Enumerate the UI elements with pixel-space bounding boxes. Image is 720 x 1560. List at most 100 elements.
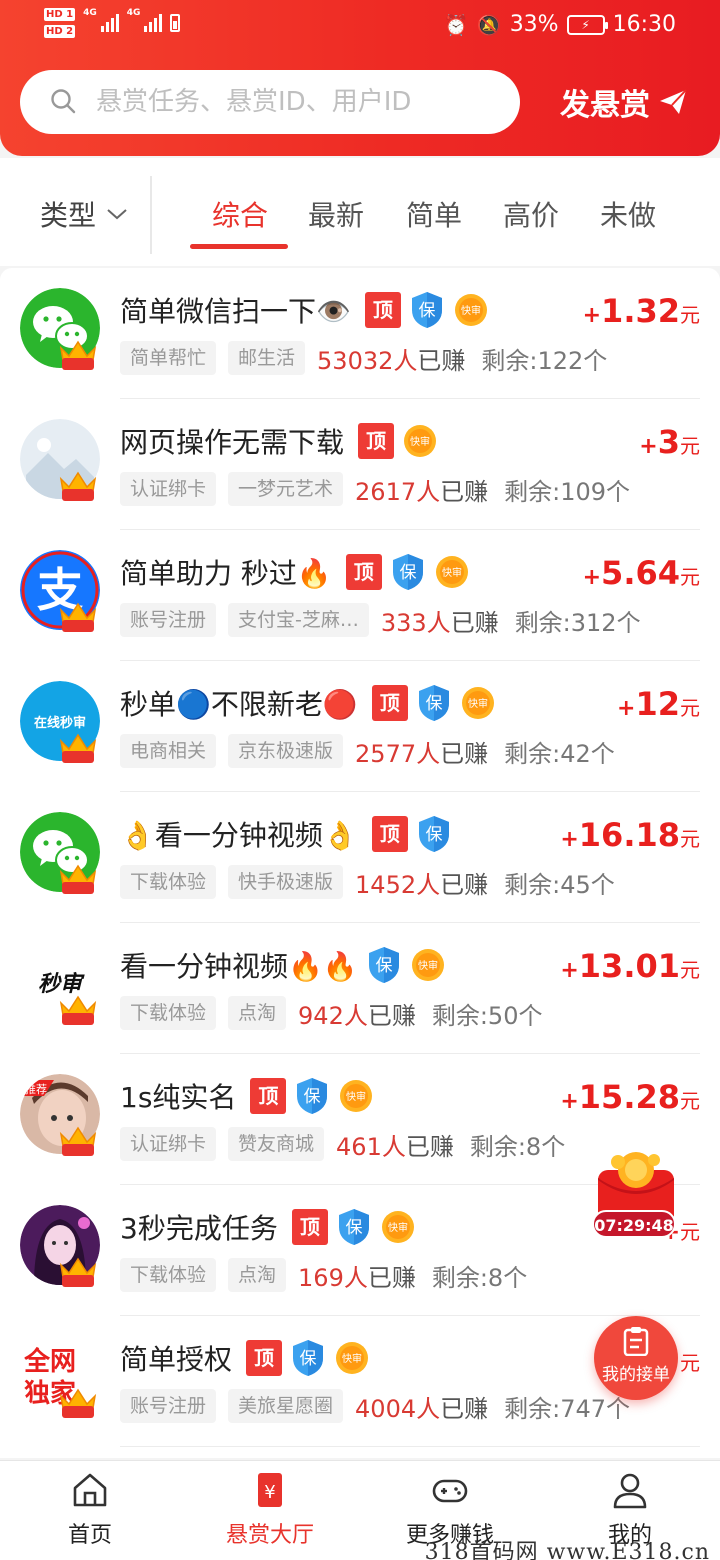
fast-review-icon: 快审 bbox=[461, 687, 494, 719]
svg-text:¥: ¥ bbox=[264, 1482, 275, 1503]
remaining-count: 剩余:8个 bbox=[431, 1263, 528, 1292]
row-divider bbox=[120, 1446, 700, 1447]
task-row[interactable]: 简单微信扫一下👁️ 顶保 快审 +1.32元 简单帮忙 邮生活 53032人已赚 剩余:122… bbox=[0, 268, 720, 399]
remaining-count: 剩余:42个 bbox=[504, 739, 615, 768]
task-list: 简单微信扫一下👁️ 顶保快审 +1.32元 简单帮忙 邮生活 53032人已赚 剩余:122… bbox=[0, 268, 720, 1458]
task-meta: 认证绑卡 赞友商城 461人已赚 剩余:8个 bbox=[120, 1126, 565, 1162]
net1-label: 4G bbox=[83, 8, 97, 18]
task-tag: 下载体验 bbox=[120, 996, 217, 1030]
nav-home-label: 首页 bbox=[67, 1523, 112, 1548]
home-icon bbox=[73, 1473, 107, 1507]
reward-unit: 元 bbox=[680, 434, 700, 458]
earned-number: 169人 bbox=[298, 1263, 368, 1292]
search-input[interactable] bbox=[96, 70, 506, 134]
tab-simple[interactable]: 简单 bbox=[406, 194, 462, 234]
task-tag: 点淘 bbox=[228, 1258, 287, 1292]
reward-unit: 元 bbox=[680, 1351, 700, 1375]
reward-sign: + bbox=[560, 827, 579, 852]
top-badge: 顶 bbox=[371, 685, 408, 721]
gamepad-icon bbox=[432, 1479, 468, 1503]
task-meta: 认证绑卡 一梦元艺术 2617人已赚 剩余:109个 bbox=[120, 471, 630, 507]
task-tag: 支付宝-芝麻… bbox=[228, 603, 369, 637]
reward-unit: 元 bbox=[680, 696, 700, 720]
search-box[interactable] bbox=[20, 70, 520, 134]
task-tag: 账号注册 bbox=[120, 603, 217, 637]
reward-unit: 元 bbox=[680, 827, 700, 851]
task-meta: 账号注册 美旅星愿圈 4004人已赚 剩余:747个 bbox=[120, 1388, 630, 1424]
guarantee-label: 保 bbox=[375, 956, 392, 976]
mute-icon: 🔕 bbox=[476, 12, 502, 37]
my-orders-button[interactable]: 我的接单 bbox=[594, 1316, 678, 1400]
crown-icon bbox=[58, 1253, 98, 1289]
reward-hall-icon: ¥ bbox=[258, 1473, 282, 1507]
status-bar: HD 1 HD 2 4G 4G ⏰ 🔕 33% ⚡ 16:30 bbox=[0, 0, 720, 52]
task-title: 👌看一分钟视频👌 bbox=[120, 819, 358, 852]
reward-sign: + bbox=[560, 1089, 579, 1114]
nav-home[interactable]: 首页 bbox=[0, 1461, 180, 1560]
task-tag: 下载体验 bbox=[120, 865, 217, 899]
remaining-count: 剩余:50个 bbox=[431, 1001, 543, 1030]
task-title-line: 简单微信扫一下👁️ 顶保 快审 bbox=[120, 288, 489, 332]
task-title: 简单助力 秒过🔥 bbox=[120, 557, 332, 590]
nav-reward-hall[interactable]: ¥ 悬赏大厅 bbox=[180, 1461, 360, 1560]
tab-high-price[interactable]: 高价 bbox=[503, 194, 559, 234]
earned-number: 1452人 bbox=[355, 870, 441, 899]
task-title: 3秒完成任务 bbox=[120, 1212, 278, 1245]
guarantee-label: 保 bbox=[304, 1087, 321, 1107]
earned-count: 942人已赚 bbox=[298, 996, 416, 1031]
task-title-line: 1s纯实名顶保 快审 bbox=[120, 1074, 374, 1118]
task-row[interactable]: 支简单助力 秒过🔥 顶保快审 +5.64元 账号注册 支付宝-芝麻… 333人已赚 剩余:3… bbox=[0, 530, 720, 661]
status-right: ⏰ 🔕 33% ⚡ 16:30 bbox=[444, 12, 676, 37]
guarantee-shield-icon: 保 bbox=[411, 292, 442, 328]
fast-review-label: 快审 bbox=[418, 959, 438, 972]
filter-tabs-bar: 类型 综合 最新 简单 高价 未做 bbox=[0, 158, 720, 266]
earned-count: 169人已赚 bbox=[298, 1258, 416, 1293]
task-row[interactable]: 👌看一分钟视频👌 顶保 +16.18元 下载体验 快手极速版 1452人已赚 剩余:45个 bbox=[0, 792, 720, 923]
guarantee-shield-icon: 保 bbox=[297, 1078, 328, 1114]
task-title-line: 简单授权顶保 快审 bbox=[120, 1336, 370, 1380]
guarantee-shield-icon: 保 bbox=[293, 1340, 324, 1376]
app-root: HD 1 HD 2 4G 4G ⏰ 🔕 33% ⚡ 16:30 发悬赏 bbox=[0, 0, 720, 1560]
type-filter-label: 类型 bbox=[40, 199, 97, 232]
reward-sign: + bbox=[639, 434, 658, 459]
crown-icon bbox=[58, 336, 98, 372]
task-tag: 认证绑卡 bbox=[120, 472, 217, 506]
tab-newest[interactable]: 最新 bbox=[308, 194, 364, 234]
guarantee-shield-icon: 保 bbox=[368, 947, 399, 983]
task-reward: +15.28元 bbox=[560, 1078, 700, 1116]
task-title-line: 秒单🔵不限新老🔴 顶保 快审 bbox=[120, 681, 496, 725]
guarantee-label: 保 bbox=[399, 563, 416, 583]
fast-review-label: 快审 bbox=[342, 1352, 362, 1365]
task-row[interactable]: 网页操作无需下载顶 快审 +3元 认证绑卡 一梦元艺术 2617人已赚 剩余:109个 bbox=[0, 399, 720, 530]
tab-comprehensive[interactable]: 综合 bbox=[212, 194, 268, 234]
earned-suffix: 已赚 bbox=[440, 1394, 489, 1423]
signal2-icon: 4G bbox=[127, 8, 163, 32]
countdown-timer: 07:29:48 bbox=[592, 1210, 676, 1238]
task-reward: +5.64元 bbox=[583, 554, 700, 592]
task-reward: +3元 bbox=[639, 423, 700, 461]
task-row[interactable]: 在线秒审 秒单🔵不限新老🔴 顶保快审 +12元 电商相关 京东极速版 2577人已赚 剩余:4… bbox=[0, 661, 720, 792]
task-tag: 京东极速版 bbox=[228, 734, 344, 768]
crown-icon bbox=[58, 991, 98, 1027]
task-row[interactable]: 秒审 看一分钟视频🔥🔥 保快审 +13.01元 下载体验 点淘 942人已赚 剩余:50个 bbox=[0, 923, 720, 1054]
task-tag: 电商相关 bbox=[120, 734, 217, 768]
reward-unit: 元 bbox=[680, 958, 700, 982]
fast-review-label: 快审 bbox=[442, 566, 462, 579]
reward-unit: 元 bbox=[680, 565, 700, 589]
task-title: 简单授权 bbox=[120, 1343, 233, 1376]
earned-suffix: 已赚 bbox=[440, 739, 489, 768]
earned-count: 461人已赚 bbox=[336, 1127, 454, 1162]
post-reward-button[interactable]: 发悬赏 bbox=[560, 80, 688, 124]
reward-unit: 元 bbox=[680, 1089, 700, 1113]
crown-icon bbox=[58, 1122, 98, 1158]
tab-not-done[interactable]: 未做 bbox=[600, 194, 656, 234]
guarantee-shield-icon: 保 bbox=[418, 685, 449, 721]
task-tag: 快手极速版 bbox=[228, 865, 344, 899]
task-title: 看一分钟视频🔥🔥 bbox=[120, 950, 358, 983]
task-title: 网页操作无需下载 bbox=[120, 426, 345, 459]
reward-amount: 13.01 bbox=[578, 947, 680, 985]
task-tag: 一梦元艺术 bbox=[228, 472, 344, 506]
type-filter-dropdown[interactable]: 类型 bbox=[40, 194, 128, 234]
earned-number: 333人 bbox=[380, 608, 451, 637]
task-title: 1s纯实名 bbox=[120, 1081, 237, 1114]
